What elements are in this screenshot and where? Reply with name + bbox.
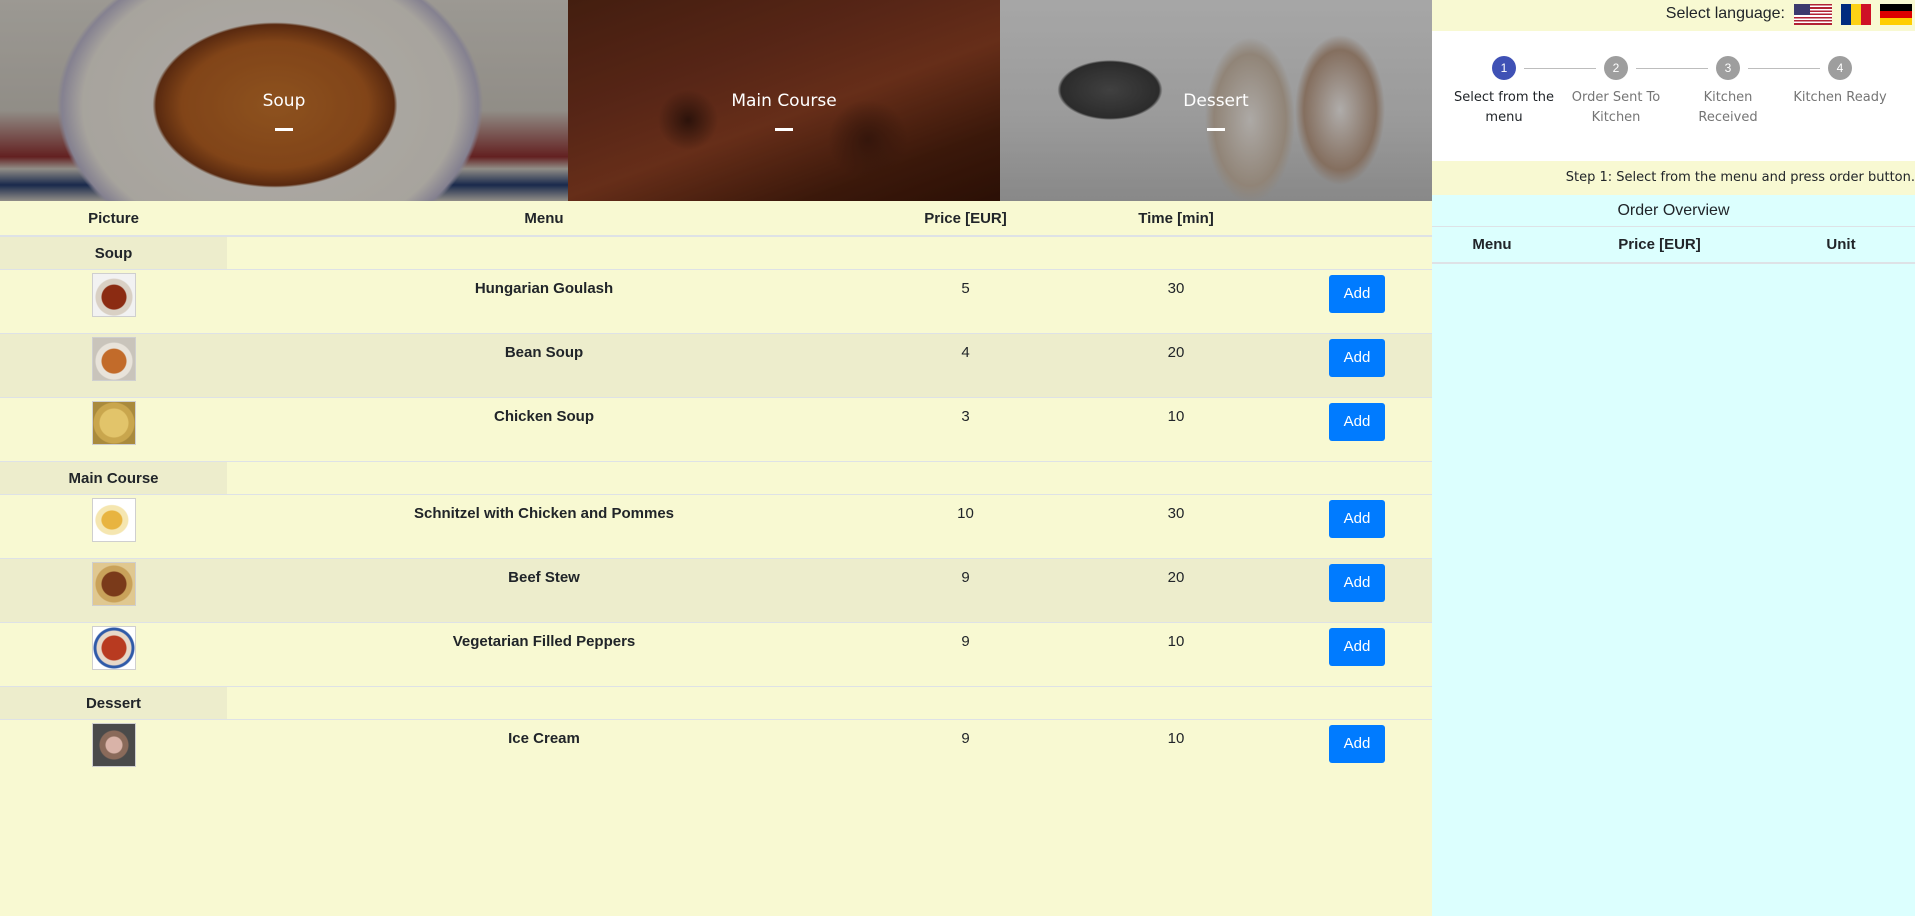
dish-name: Bean Soup [227, 333, 861, 398]
dish-price: 9 [861, 719, 1070, 783]
table-row: Beef Stew 9 20 Add [0, 558, 1432, 623]
header-menu: Menu [227, 201, 861, 237]
dish-price: 3 [861, 397, 1070, 462]
dish-time: 10 [1070, 397, 1282, 462]
dish-price: 10 [861, 494, 1070, 559]
order-panel: Select language: 1 Select from the menu … [1432, 0, 1915, 916]
dish-thumbnail [91, 562, 136, 606]
banner-label-soup: Soup [262, 91, 306, 111]
add-button[interactable]: Add [1329, 275, 1385, 313]
step-4: 4 Kitchen Ready [1784, 56, 1896, 108]
dish-time: 20 [1070, 558, 1282, 623]
dish-thumbnail [91, 498, 136, 542]
overview-header-price: Price [EUR] [1552, 227, 1767, 264]
add-button[interactable]: Add [1329, 628, 1385, 666]
category-label: Main Course [0, 461, 227, 495]
table-row: Schnitzel with Chicken and Pommes 10 30 … [0, 494, 1432, 559]
language-selector: Select language: [1432, 0, 1915, 31]
step-number: 4 [1828, 56, 1852, 80]
dish-time: 10 [1070, 622, 1282, 687]
dish-time: 20 [1070, 333, 1282, 398]
banner-label-main-course: Main Course [731, 91, 837, 111]
add-button[interactable]: Add [1329, 500, 1385, 538]
order-overview-header: Menu Price [EUR] Unit [1432, 227, 1915, 264]
dish-name: Hungarian Goulash [227, 269, 861, 334]
step-3: 3 Kitchen Received [1672, 56, 1784, 128]
table-row: Chicken Soup 3 10 Add [0, 397, 1432, 462]
step-label: Kitchen Received [1698, 90, 1758, 125]
order-stepper: 1 Select from the menu 2 Order Sent To K… [1432, 31, 1915, 161]
dish-time: 10 [1070, 719, 1282, 783]
category-row-soup: Soup [0, 235, 1432, 270]
banner-underline [275, 128, 293, 131]
dish-price: 5 [861, 269, 1070, 334]
category-row-main-course: Main Course [0, 461, 1432, 495]
step-number: 1 [1492, 56, 1516, 80]
header-action [1282, 201, 1432, 237]
step-1: 1 Select from the menu [1448, 56, 1560, 128]
overview-header-unit: Unit [1767, 227, 1915, 264]
banner-label-dessert: Dessert [1183, 91, 1249, 111]
category-banner-soup[interactable]: Soup [0, 0, 568, 201]
banner-underline [1207, 128, 1225, 131]
order-overview-title: Order Overview [1432, 195, 1915, 227]
category-label: Dessert [0, 686, 227, 720]
dish-name: Chicken Soup [227, 397, 861, 462]
dish-price: 9 [861, 558, 1070, 623]
step-number: 3 [1716, 56, 1740, 80]
dish-time: 30 [1070, 494, 1282, 559]
menu-area: Soup Main Course Dessert Picture Menu Pr… [0, 0, 1432, 916]
table-row: Vegetarian Filled Peppers 9 10 Add [0, 622, 1432, 687]
table-row: Ice Cream 9 10 Add [0, 719, 1432, 783]
dish-thumbnail [91, 273, 136, 317]
germany-flag-icon[interactable] [1880, 4, 1912, 25]
dish-thumbnail [91, 723, 136, 767]
step-label: Select from the menu [1454, 90, 1554, 125]
dish-thumbnail [91, 337, 136, 381]
dish-price: 4 [861, 333, 1070, 398]
dish-price: 9 [861, 622, 1070, 687]
category-banner-main-course[interactable]: Main Course [568, 0, 1000, 201]
table-row: Bean Soup 4 20 Add [0, 333, 1432, 398]
language-label: Select language: [1665, 5, 1785, 22]
step-number: 2 [1604, 56, 1628, 80]
category-banner-dessert[interactable]: Dessert [1000, 0, 1432, 201]
step-2: 2 Order Sent To Kitchen [1560, 56, 1672, 128]
banner-underline [775, 128, 793, 131]
dish-name: Schnitzel with Chicken and Pommes [227, 494, 861, 559]
romania-flag-icon[interactable] [1841, 4, 1871, 25]
menu-table: Picture Menu Price [EUR] Time [min] Soup… [0, 201, 1432, 783]
dish-thumbnail [91, 401, 136, 445]
add-button[interactable]: Add [1329, 339, 1385, 377]
header-price: Price [EUR] [861, 201, 1070, 237]
step-label: Order Sent To Kitchen [1571, 90, 1661, 125]
category-label: Soup [0, 235, 227, 270]
add-button[interactable]: Add [1329, 403, 1385, 441]
dish-name: Beef Stew [227, 558, 861, 623]
dish-name: Ice Cream [227, 719, 861, 783]
dish-time: 30 [1070, 269, 1282, 334]
overview-header-menu: Menu [1432, 227, 1552, 264]
order-overview-table: Menu Price [EUR] Unit [1432, 227, 1915, 264]
dish-thumbnail [91, 626, 136, 670]
step-label: Kitchen Ready [1793, 90, 1887, 105]
header-time: Time [min] [1070, 201, 1282, 237]
add-button[interactable]: Add [1329, 564, 1385, 602]
add-button[interactable]: Add [1329, 725, 1385, 763]
us-flag-icon[interactable] [1794, 4, 1832, 25]
category-row-dessert: Dessert [0, 686, 1432, 720]
step-instruction: Step 1: Select from the menu and press o… [1432, 161, 1915, 195]
menu-table-header: Picture Menu Price [EUR] Time [min] [0, 201, 1432, 237]
header-picture: Picture [0, 201, 227, 237]
table-row: Hungarian Goulash 5 30 Add [0, 269, 1432, 334]
dish-name: Vegetarian Filled Peppers [227, 622, 861, 687]
